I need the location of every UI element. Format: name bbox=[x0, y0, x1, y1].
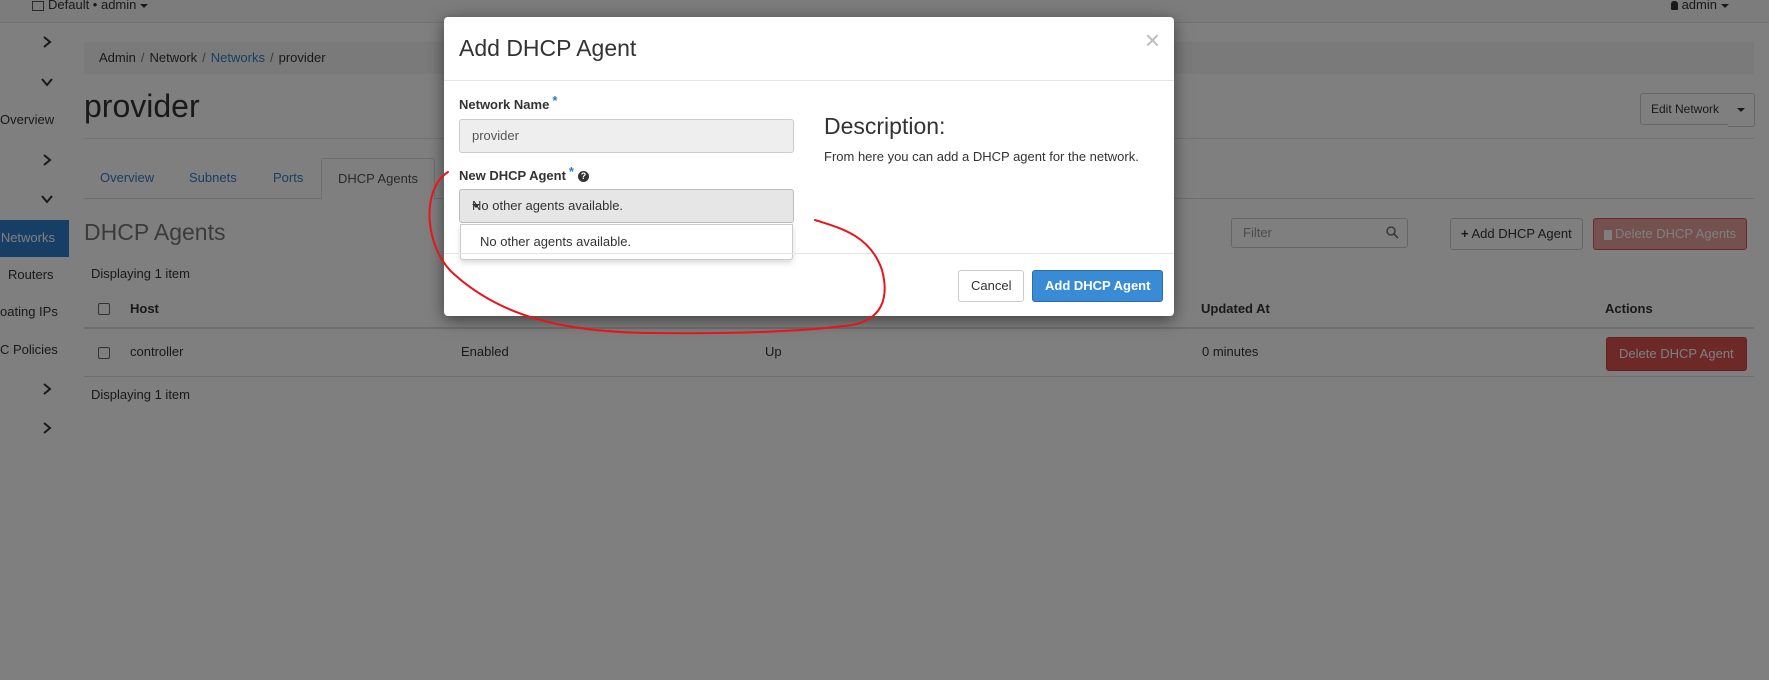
help-icon[interactable]: ? bbox=[577, 171, 589, 183]
add-dhcp-agent-dialog: Add DHCP Agent × Network Name * provider … bbox=[444, 17, 1174, 316]
modal-title: Add DHCP Agent bbox=[459, 35, 637, 61]
network-name-label: Network Name * bbox=[459, 93, 558, 112]
required-mark: * bbox=[568, 164, 574, 179]
dhcp-agent-option[interactable]: No other agents available. bbox=[480, 234, 631, 249]
network-name-field: provider bbox=[459, 119, 794, 153]
submit-add-dhcp-agent-button[interactable]: Add DHCP Agent bbox=[1032, 270, 1164, 302]
dhcp-agent-select[interactable]: No other agents available. bbox=[459, 189, 794, 223]
modal-header-divider bbox=[444, 80, 1174, 81]
modal-footer-divider bbox=[444, 253, 1174, 254]
description-title: Description: bbox=[824, 113, 946, 139]
required-mark: * bbox=[552, 93, 558, 108]
dhcp-agent-options: No other agents available. bbox=[460, 224, 793, 260]
description-text: From here you can add a DHCP agent for t… bbox=[824, 149, 1139, 164]
cancel-button[interactable]: Cancel bbox=[958, 270, 1025, 302]
new-dhcp-agent-label: New DHCP Agent *? bbox=[459, 164, 589, 183]
chevron-down-icon bbox=[472, 204, 480, 208]
close-icon[interactable]: × bbox=[1145, 27, 1160, 53]
